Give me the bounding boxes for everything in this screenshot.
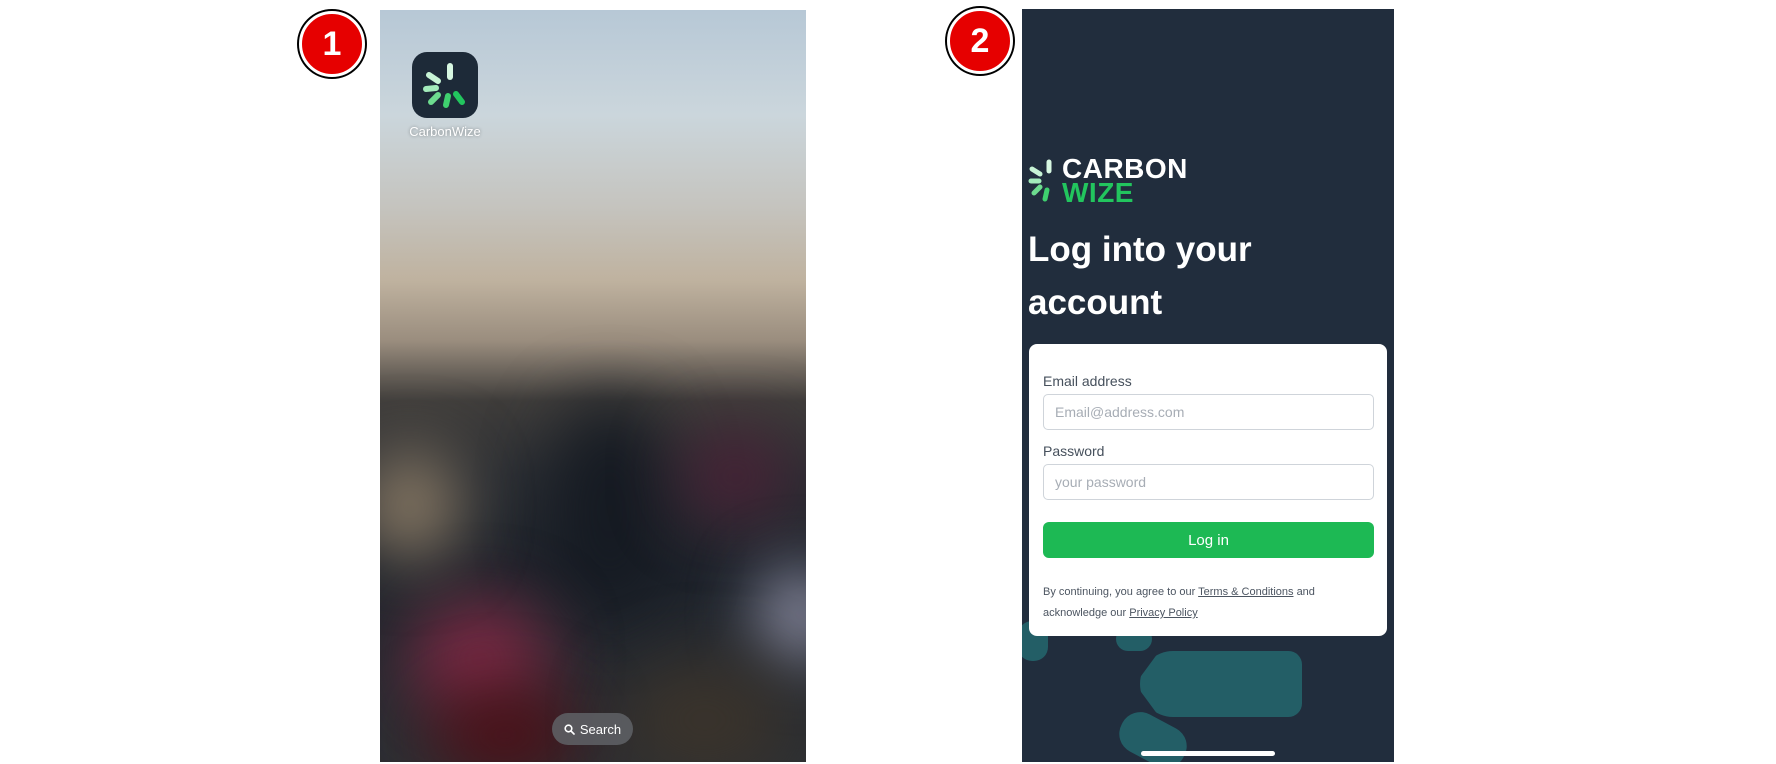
wallpaper-blur (550, 400, 670, 620)
password-field[interactable] (1043, 464, 1374, 500)
carbonwize-logo: CARBON WIZE (1028, 155, 1188, 208)
email-label: Email address (1043, 373, 1132, 389)
terms-link[interactable]: Terms & Conditions (1198, 586, 1293, 598)
step-2-badge: 2 (947, 8, 1013, 74)
tutorial-stage: 1 2 CarbonWize Search CARBON WIZE Log in… (0, 0, 1776, 764)
legal-text: By continuing, you agree to our Terms & … (1043, 582, 1374, 624)
wallpaper-blur (380, 450, 460, 560)
wallpaper-blur (760, 570, 806, 660)
background-decoration (1140, 651, 1302, 717)
app-name-label: CarbonWize (409, 124, 481, 139)
step-1-badge: 1 (299, 11, 365, 77)
wallpaper-blur (680, 430, 790, 520)
carbonwize-logo-icon (1028, 159, 1052, 202)
email-field[interactable] (1043, 394, 1374, 430)
carbonwize-logo-icon (423, 63, 465, 108)
privacy-link[interactable]: Privacy Policy (1129, 607, 1197, 619)
password-label: Password (1043, 443, 1105, 459)
page-title: Log into your account (1028, 230, 1252, 322)
wallpaper-blur (620, 660, 790, 762)
search-icon (564, 723, 575, 735)
home-search-button[interactable]: Search (552, 713, 633, 745)
login-form-card: Email address Password Log in By continu… (1029, 344, 1387, 636)
home-screen: CarbonWize Search (380, 10, 806, 762)
login-button[interactable]: Log in (1043, 522, 1374, 558)
login-screen: CARBON WIZE Log into your account Email … (1022, 9, 1394, 762)
carbonwize-app-icon[interactable] (412, 52, 478, 118)
search-label: Search (579, 721, 622, 737)
legal-prefix: By continuing, you agree to our (1043, 586, 1196, 598)
logo-wordmark-wize: WIZE (1062, 177, 1134, 208)
home-indicator[interactable] (1141, 751, 1275, 756)
